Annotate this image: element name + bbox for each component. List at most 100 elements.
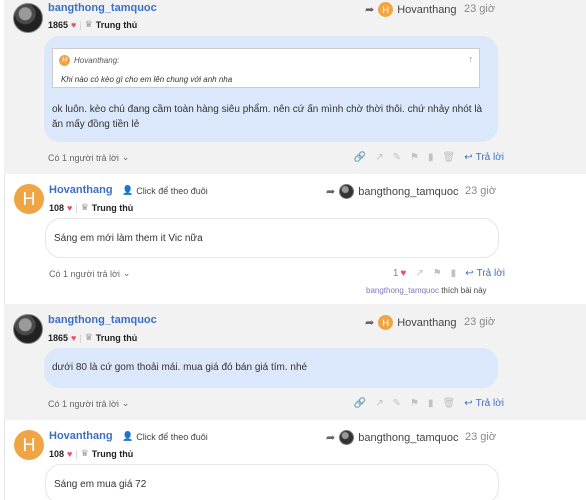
comment-post: bangthong_tamquoc 1865 ♥ | ♛ Trung thủ ➦… <box>4 304 586 420</box>
author-meta: 1865 ♥ | ♛ Trung thủ <box>48 19 137 30</box>
reply-to-avatar <box>339 430 355 445</box>
reply-to-name: Hovanthang <box>397 316 457 329</box>
heart-icon: ♥ <box>71 19 77 30</box>
comment-text: Sáng em mua giá 72 <box>54 479 147 490</box>
liked-suffix: thích bài này <box>441 286 487 295</box>
user-avatar[interactable]: H <box>14 184 44 214</box>
chevron-down-icon: ⌄ <box>121 398 130 408</box>
rank-label: Trung thủ <box>95 332 138 343</box>
comment-text: ok luôn. kèo chú đang cầm toàn hàng siêu… <box>52 104 483 130</box>
quote-author: Hovanthang: <box>74 56 120 65</box>
link-icon[interactable]: 🔗 <box>354 398 366 409</box>
rank-label: Trung thủ <box>91 202 134 213</box>
reply-icon: ↩ <box>464 152 473 163</box>
medal-icon: ♛ <box>84 19 93 29</box>
author-meta: 108 ♥ | ♛ Trung thủ <box>49 448 133 459</box>
edit-icon[interactable]: ✎ <box>393 152 401 163</box>
author-meta: 108 ♥ | ♛ Trung thủ <box>49 202 133 213</box>
reply-icon: ↩ <box>464 398 473 409</box>
points-value: 1865 <box>48 19 69 30</box>
comment-bubble: dưới 80 là cứ gom thoải mái. mua giá đó … <box>44 348 498 388</box>
points-value: 108 <box>49 448 65 459</box>
edit-icon[interactable]: ✎ <box>393 398 401 409</box>
reply-to-avatar: H <box>378 2 394 17</box>
bookmark-icon[interactable]: ▮ <box>428 398 434 409</box>
reply-arrow-icon: ➦ <box>365 4 375 16</box>
author-name[interactable]: bangthong_tamquoc <box>48 2 157 14</box>
reply-to-name: bangthong_tamquoc <box>358 431 459 444</box>
reply-button-label: Trả lời <box>475 398 504 409</box>
post-time: 23 giờ <box>464 3 496 15</box>
comment-bubble: H Hovanthang: Khi nào có kèo gì cho em l… <box>44 36 498 142</box>
reply-to-name: Hovanthang <box>397 3 457 16</box>
share-icon[interactable]: ↗ <box>375 398 383 409</box>
reply-button[interactable]: ↩ Trả lời <box>464 152 504 163</box>
reply-arrow-icon: ➦ <box>326 186 336 198</box>
post-time: 23 giờ <box>465 185 497 197</box>
liked-by-user[interactable]: bangthong_tamquoc <box>366 286 439 295</box>
user-avatar[interactable] <box>13 3 43 33</box>
reply-to[interactable]: ➦ bangthong_tamquoc <box>326 430 459 445</box>
user-avatar[interactable] <box>13 314 43 344</box>
replies-toggle[interactable]: Có 1 người trả lời ⌄ <box>48 398 129 409</box>
comment-text: dưới 80 là cứ gom thoải mái. mua giá đó … <box>52 362 308 373</box>
quote-header: H Hovanthang: <box>59 55 119 66</box>
comment-bubble: Sáng em mua giá 72 <box>45 464 499 500</box>
quoted-comment: H Hovanthang: Khi nào có kèo gì cho em l… <box>52 48 480 88</box>
comment-actions: Có 1 người trả lời ⌄ 🔗 ↗ ✎ ⚑ ▮ 🗑 ↩ Trả l… <box>48 152 504 163</box>
share-icon[interactable]: ↗ <box>415 268 423 279</box>
comment-post: bangthong_tamquoc 1865 ♥ | ♛ Trung thủ ➦… <box>4 0 586 174</box>
reply-arrow-icon: ➦ <box>365 317 375 329</box>
replies-label: Có 1 người trả lời <box>48 152 119 163</box>
reply-button[interactable]: ↩ Trả lời <box>464 398 504 409</box>
bookmark-icon[interactable]: ▮ <box>451 268 457 279</box>
author-name[interactable]: Hovanthang <box>49 430 113 442</box>
heart-icon: ♥ <box>71 332 77 343</box>
post-time: 23 giờ <box>465 431 497 443</box>
link-icon[interactable]: 🔗 <box>354 152 366 163</box>
reply-to-name: bangthong_tamquoc <box>358 185 459 198</box>
reply-arrow-icon: ➦ <box>326 432 336 444</box>
person-plus-icon: 👤 <box>122 431 134 441</box>
bookmark-icon[interactable]: ▮ <box>428 152 434 163</box>
comment-text: Sáng em mới làm them it Vic nữa <box>54 233 203 244</box>
replies-toggle[interactable]: Có 1 người trả lời ⌄ <box>49 268 130 279</box>
divider: | <box>79 332 82 343</box>
replies-toggle[interactable]: Có 1 người trả lời ⌄ <box>48 152 129 163</box>
quote-avatar: H <box>59 55 70 66</box>
like-button[interactable]: 1 ♥ <box>393 268 407 279</box>
follow-link[interactable]: 👤 Click để theo đuôi <box>122 431 208 442</box>
flag-icon[interactable]: ⚑ <box>410 398 419 409</box>
author-meta: 1865 ♥ | ♛ Trung thủ <box>48 332 137 343</box>
reply-button[interactable]: ↩ Trả lời <box>465 268 505 279</box>
comment-post: H Hovanthang 👤 Click để theo đuôi 108 ♥ … <box>4 174 586 304</box>
reply-to[interactable]: ➦ bangthong_tamquoc <box>326 184 459 199</box>
rank-label: Trung thủ <box>95 19 138 30</box>
share-icon[interactable]: ↗ <box>375 152 383 163</box>
reply-to[interactable]: ➦ H Hovanthang <box>365 2 457 17</box>
flag-icon[interactable]: ⚑ <box>433 268 442 279</box>
reply-to[interactable]: ➦ H Hovanthang <box>365 315 457 330</box>
flag-icon[interactable]: ⚑ <box>410 152 419 163</box>
follow-link[interactable]: 👤 Click để theo đuôi <box>122 185 208 196</box>
divider: | <box>79 19 82 30</box>
user-avatar[interactable]: H <box>14 430 44 460</box>
rank-label: Trung thủ <box>91 448 134 459</box>
points-value: 108 <box>49 202 65 213</box>
divider: | <box>75 202 78 213</box>
follow-label: Click để theo đuôi <box>136 185 208 196</box>
author-name[interactable]: Hovanthang <box>49 184 113 196</box>
reply-button-label: Trả lời <box>475 152 504 163</box>
trash-icon[interactable]: 🗑 <box>442 398 455 409</box>
trash-icon[interactable]: 🗑 <box>442 152 455 163</box>
author-name[interactable]: bangthong_tamquoc <box>48 314 157 326</box>
like-note: bangthong_tamquoc thích bài này <box>366 286 487 295</box>
chevron-down-icon: ⌄ <box>121 152 130 162</box>
arrow-up-icon[interactable]: ↑ <box>469 54 474 64</box>
reply-to-avatar <box>339 184 355 199</box>
heart-icon: ♥ <box>67 202 73 213</box>
heart-icon: ♥ <box>400 268 407 279</box>
reply-to-avatar: H <box>378 315 394 330</box>
comment-actions: Có 1 người trả lời ⌄ 1 ♥ ↗ ⚑ ▮ ↩ Trả lời <box>49 268 505 279</box>
reply-button-label: Trả lời <box>476 268 505 279</box>
